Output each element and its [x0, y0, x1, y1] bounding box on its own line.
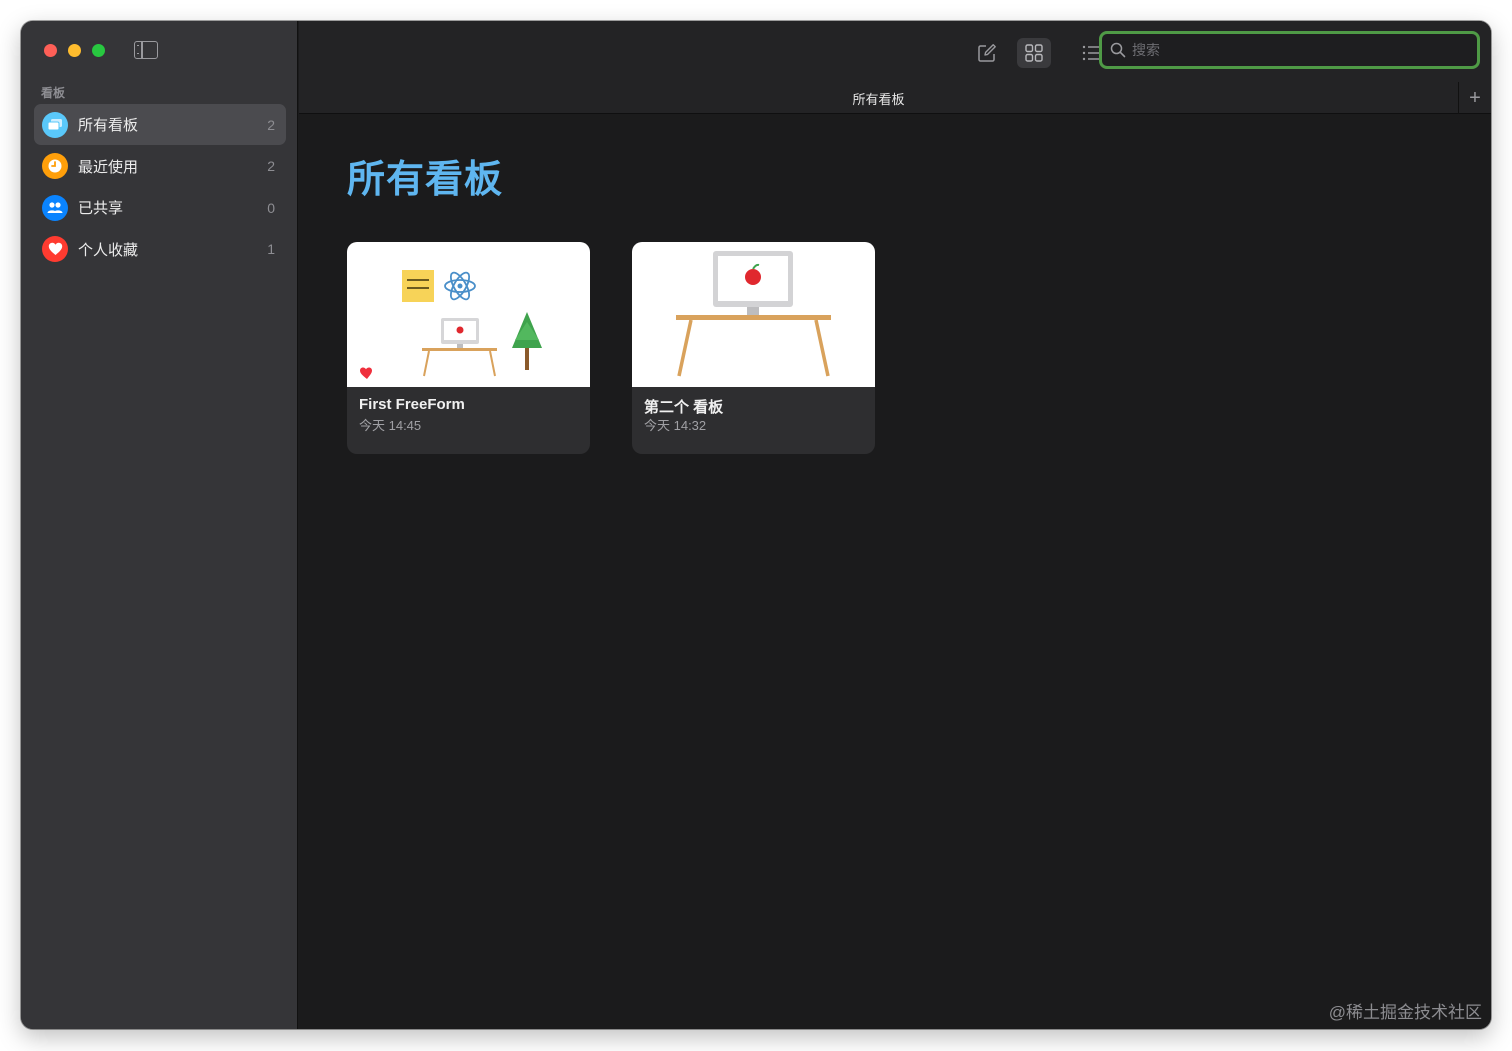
sidebar-item-count: 0: [267, 199, 275, 216]
sidebar-item-all-boards[interactable]: 所有看板 2: [34, 104, 286, 145]
clock-icon: [42, 153, 68, 180]
heart-icon: [42, 236, 68, 263]
boards-icon: [42, 111, 68, 138]
toolbar: 所有看板 +: [299, 21, 1491, 114]
sidebar-item-favorites[interactable]: 个人收藏 1: [34, 229, 286, 270]
grid-view-button[interactable]: [1017, 38, 1051, 68]
people-icon: [42, 194, 68, 221]
sidebar-item-count: 2: [267, 116, 275, 133]
sidebar-item-label: 所有看板: [78, 117, 139, 134]
close-window-button[interactable]: [44, 44, 57, 57]
zoom-window-button[interactable]: [92, 44, 105, 57]
sidebar-item-label: 个人收藏: [78, 241, 139, 259]
board-date: 今天 14:45: [359, 418, 422, 433]
sidebar-section-label: 看板: [41, 86, 66, 100]
sidebar-item-recent[interactable]: 最近使用 2: [34, 146, 286, 187]
search-field[interactable]: [1099, 31, 1480, 69]
board-title: First FreeForm: [359, 396, 465, 413]
sidebar-nav: 所有看板 2 最近使用 2 已共享 0 个人收藏 1: [34, 104, 286, 270]
search-input[interactable]: [1132, 42, 1452, 58]
sidebar-item-count: 2: [267, 158, 275, 175]
page-title: 所有看板: [347, 159, 504, 201]
sidebar-item-shared[interactable]: 已共享 0: [34, 187, 286, 228]
watermark: @稀土掘金技术社区: [1328, 1003, 1482, 1022]
new-board-button[interactable]: [972, 40, 1002, 66]
minimize-window-button[interactable]: [68, 44, 81, 57]
tab-all-boards[interactable]: 所有看板: [299, 89, 1458, 108]
board-title: 第二个 看板: [644, 399, 724, 416]
compose-icon: [978, 44, 996, 62]
add-tab-button[interactable]: +: [1458, 82, 1491, 114]
board-card-first-freeform[interactable]: First FreeForm 今天 14:45: [347, 242, 590, 454]
app-window: 看板 所有看板 2 最近使用 2 已共享 0 个人收藏 1 搜索 所有看板 + …: [21, 21, 1491, 1029]
sidebar-item-label: 最近使用: [78, 158, 139, 176]
search-icon: [1110, 42, 1126, 58]
board-card-second[interactable]: 第二个 看板 今天 14:32: [632, 242, 875, 454]
board-date: 今天 14:32: [644, 418, 707, 433]
grid-icon: [1025, 44, 1043, 62]
sidebar-item-label: 已共享: [78, 200, 124, 218]
sidebar-toggle-icon[interactable]: [134, 41, 158, 59]
sidebar: 看板 所有看板 2 最近使用 2 已共享 0 个人收藏 1: [21, 21, 298, 1029]
sidebar-item-count: 1: [267, 241, 275, 258]
main-content: 所有看板 + 所有看板: [299, 21, 1491, 1029]
window-controls: [44, 44, 105, 57]
board-thumbnail: [632, 242, 875, 387]
board-thumbnail: [347, 242, 590, 387]
